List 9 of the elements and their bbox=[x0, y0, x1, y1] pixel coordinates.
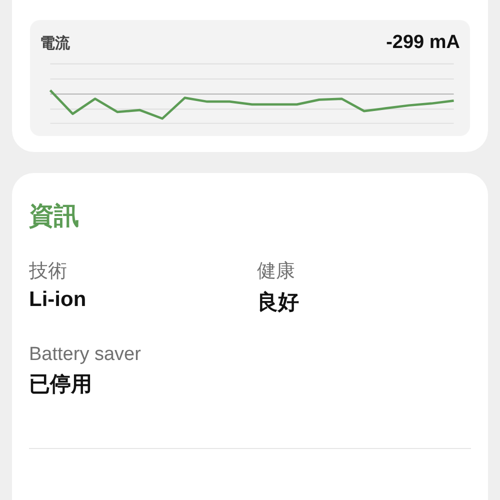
field-value: 良好 bbox=[257, 290, 300, 316]
field-value: 已停用 bbox=[29, 372, 93, 398]
field-label: 技術 bbox=[29, 260, 68, 284]
field-label: 健康 bbox=[257, 260, 296, 284]
section-title: 資訊 bbox=[29, 201, 80, 232]
field-label: Battery saver bbox=[29, 344, 142, 366]
field-value: Li-ion bbox=[29, 288, 88, 312]
current-reading: -299 mA bbox=[386, 32, 460, 54]
current-label: 電流 bbox=[40, 34, 70, 52]
